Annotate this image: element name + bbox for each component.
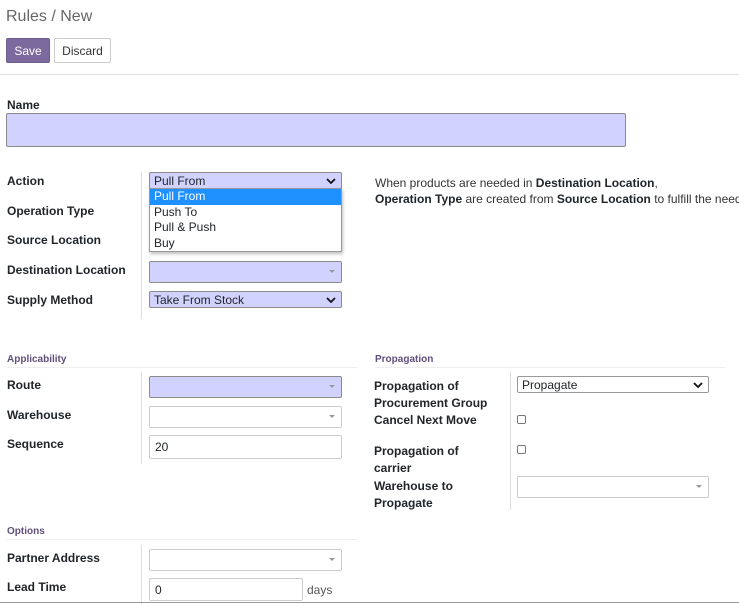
warehouse-input[interactable] <box>149 406 342 428</box>
options-divider <box>141 545 142 604</box>
propagation-group-select[interactable]: Propagate <box>517 376 709 393</box>
action-option-buy[interactable]: Buy <box>150 236 341 252</box>
route-input[interactable] <box>149 376 342 398</box>
supply-method-select[interactable]: Take From Stock <box>149 291 342 308</box>
caret-down-icon <box>329 270 335 273</box>
cancel-next-move-label: Cancel Next Move <box>374 413 477 427</box>
action-option-push-to[interactable]: Push To <box>150 205 341 221</box>
name-input[interactable] <box>6 113 626 147</box>
breadcrumb-current: New <box>60 8 93 25</box>
sequence-value: 20 <box>155 440 169 454</box>
action-option-pull-from[interactable]: Pull From <box>150 189 341 205</box>
route-label: Route <box>7 378 41 392</box>
source-location-label: Source Location <box>7 233 102 247</box>
sequence-input[interactable]: 20 <box>149 435 342 459</box>
warehouse-to-propagate-label: Warehouse to Propagate <box>374 479 453 510</box>
lead-time-value: 0 <box>155 583 162 597</box>
breadcrumb: Rules / New <box>6 8 92 26</box>
caret-down-icon <box>329 415 335 418</box>
options-section-title: Options <box>7 526 45 537</box>
action-option-pull-push[interactable]: Pull & Push <box>150 220 341 236</box>
supply-method-label: Supply Method <box>7 293 93 307</box>
propagation-section-title: Propagation <box>375 354 434 365</box>
caret-down-icon <box>329 558 335 561</box>
partner-address-input[interactable] <box>149 549 342 571</box>
breadcrumb-separator: / <box>46 8 61 25</box>
main-group-divider <box>141 172 142 319</box>
breadcrumb-parent[interactable]: Rules <box>6 8 47 25</box>
lead-time-label: Lead Time <box>7 580 67 594</box>
propagation-divider <box>510 372 511 510</box>
propagation-group-value: Propagate <box>522 378 578 392</box>
action-help-text: When products are needed in Destination … <box>375 176 739 206</box>
destination-location-input[interactable] <box>149 261 342 283</box>
cancel-next-move-checkbox[interactable] <box>517 415 526 424</box>
action-select[interactable]: Pull From <box>149 172 342 189</box>
propagate-carrier-checkbox[interactable] <box>517 445 526 454</box>
name-label: Name <box>7 98 40 112</box>
chevron-down-icon <box>693 382 703 389</box>
propagation-section-line <box>375 367 725 368</box>
supply-method-value: Take From Stock <box>154 293 245 307</box>
sequence-label: Sequence <box>7 437 64 451</box>
warehouse-to-propagate-input[interactable] <box>517 476 709 498</box>
partner-address-label: Partner Address <box>7 551 100 565</box>
applicability-section-line <box>7 367 357 368</box>
propagate-carrier-label: Propagation of carrier <box>374 444 459 475</box>
caret-down-icon <box>329 385 335 388</box>
applicability-divider <box>141 372 142 464</box>
bottom-border <box>0 602 739 603</box>
caret-down-icon <box>696 485 702 488</box>
toolbar-divider <box>0 74 739 75</box>
lead-time-unit: days <box>307 583 333 597</box>
action-select-value: Pull From <box>154 174 206 188</box>
lead-time-input[interactable]: 0 <box>149 578 303 601</box>
action-label: Action <box>7 174 45 188</box>
save-button[interactable]: Save <box>6 38 50 63</box>
operation-type-label: Operation Type <box>7 204 95 218</box>
warehouse-label: Warehouse <box>7 408 72 422</box>
applicability-section-title: Applicability <box>7 354 67 365</box>
chevron-down-icon <box>326 297 336 304</box>
propagation-group-label: Propagation of Procurement Group <box>374 379 488 410</box>
action-dropdown-list: Pull From Push To Pull & Push Buy <box>149 188 342 252</box>
destination-location-label: Destination Location <box>7 263 126 277</box>
discard-button[interactable]: Discard <box>54 38 111 63</box>
chevron-down-icon <box>326 178 336 185</box>
options-section-line <box>7 539 357 540</box>
